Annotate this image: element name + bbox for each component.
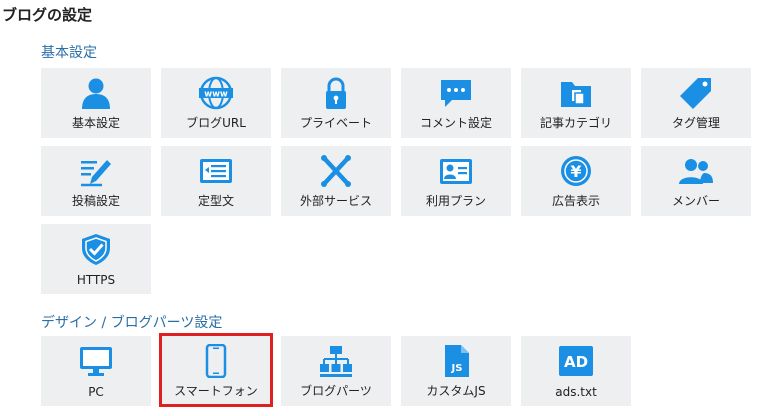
tile-blog-url[interactable]: www ブログURL — [161, 68, 271, 138]
svg-text:¥: ¥ — [570, 162, 581, 181]
yen-coin-icon: ¥ — [558, 154, 594, 188]
ad-icon-text: AD — [564, 353, 588, 371]
pencil-icon — [78, 154, 114, 188]
tile-label: 記事カテゴリ — [539, 116, 612, 130]
tile-label: プライベート — [299, 116, 372, 130]
section-title-basic: 基本設定 — [41, 45, 97, 61]
blog-parts-icon — [318, 344, 354, 378]
tile-https[interactable]: HTTPS — [41, 224, 151, 294]
tile-label: カスタムJS — [426, 384, 486, 398]
folder-icon — [558, 76, 594, 110]
tile-ads-txt[interactable]: AD ads.txt — [521, 336, 631, 406]
tile-label: 広告表示 — [551, 194, 600, 208]
tile-label: 投稿設定 — [71, 194, 120, 208]
tile-pc[interactable]: PC — [41, 336, 151, 406]
tile-label: PC — [88, 385, 104, 399]
section-title-design: デザイン / ブログパーツ設定 — [41, 315, 223, 331]
tile-label: 外部サービス — [299, 194, 372, 208]
tile-label: 基本設定 — [71, 116, 120, 130]
ad-icon: AD — [558, 344, 594, 378]
tile-basic-settings[interactable]: 基本設定 — [41, 68, 151, 138]
tile-ad-display[interactable]: ¥ 広告表示 — [521, 146, 631, 216]
svg-text:JS: JS — [451, 363, 463, 374]
template-icon — [198, 154, 234, 188]
tile-usage-plan[interactable]: 利用プラン — [401, 146, 511, 216]
tile-label: HTTPS — [76, 273, 116, 287]
lock-icon — [318, 76, 354, 110]
comment-icon — [438, 76, 474, 110]
tile-template-text[interactable]: 定型文 — [161, 146, 271, 216]
tile-article-category[interactable]: 記事カテゴリ — [521, 68, 631, 138]
tile-members[interactable]: メンバー — [641, 146, 751, 216]
tag-icon — [678, 76, 714, 110]
svg-text:www: www — [204, 90, 228, 100]
external-service-icon — [318, 154, 354, 188]
tile-label: メンバー — [671, 194, 720, 208]
shield-check-icon — [78, 232, 114, 266]
tile-label: コメント設定 — [419, 116, 492, 130]
tile-label: 定型文 — [197, 194, 234, 208]
tile-private[interactable]: プライベート — [281, 68, 391, 138]
monitor-icon — [78, 344, 114, 378]
members-icon — [678, 154, 714, 188]
plan-card-icon — [438, 154, 474, 188]
tile-label: ads.txt — [555, 385, 597, 399]
selection-highlight — [159, 333, 273, 407]
tile-label: 利用プラン — [425, 194, 486, 208]
js-file-icon: JS — [438, 344, 474, 378]
design-settings-grid: PC スマートフォン ブログパーツ JS カスタムJS AD ads.txt — [41, 336, 751, 406]
tile-post-settings[interactable]: 投稿設定 — [41, 146, 151, 216]
tile-comment-settings[interactable]: コメント設定 — [401, 68, 511, 138]
tile-label: ブログURL — [186, 116, 246, 130]
tile-tag-management[interactable]: タグ管理 — [641, 68, 751, 138]
tile-external-services[interactable]: 外部サービス — [281, 146, 391, 216]
basic-settings-grid: 基本設定 www ブログURL プライベート コメント設定 記事カテゴリ タグ管… — [41, 68, 751, 294]
tile-label: ブログパーツ — [300, 384, 372, 398]
www-globe-icon: www — [198, 76, 234, 110]
tile-custom-js[interactable]: JS カスタムJS — [401, 336, 511, 406]
tile-blog-parts[interactable]: ブログパーツ — [281, 336, 391, 406]
page-title: ブログの設定 — [2, 6, 93, 24]
user-icon — [78, 76, 114, 110]
tile-label: タグ管理 — [671, 116, 720, 130]
